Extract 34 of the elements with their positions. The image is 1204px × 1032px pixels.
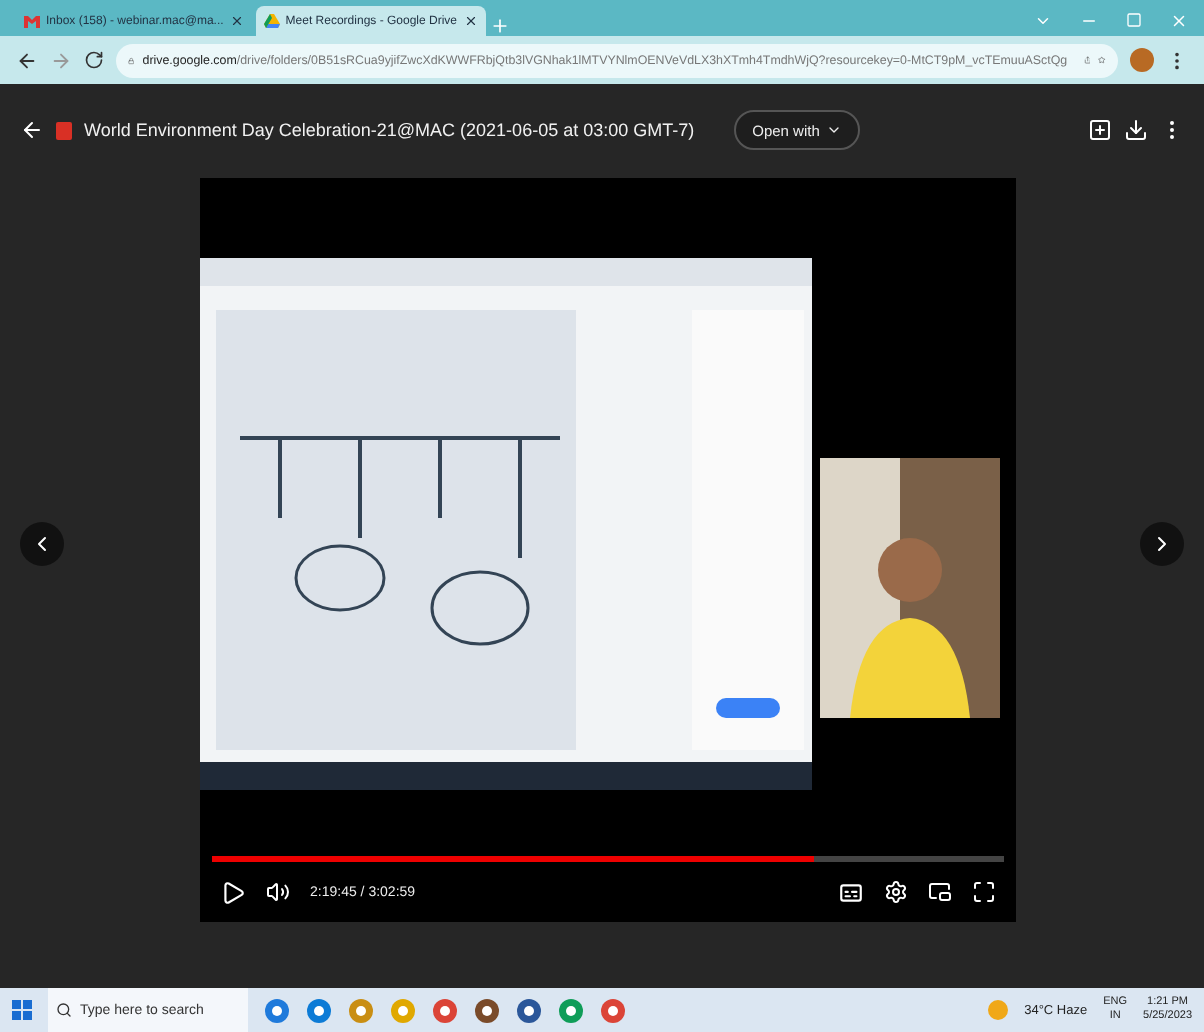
windows-icon[interactable] [12,1000,32,1020]
back-icon[interactable] [16,49,38,71]
close-icon[interactable] [229,14,244,28]
play-icon[interactable] [220,879,246,905]
app-icon[interactable] [558,997,584,1023]
settings-icon[interactable] [884,880,908,904]
star-icon[interactable] [1098,52,1106,68]
previous-button[interactable] [20,522,64,566]
sun-icon [988,1000,1009,1020]
captions-icon[interactable] [838,879,864,905]
back-icon[interactable] [20,118,44,142]
progress-track[interactable] [212,856,1004,862]
close-icon[interactable] [463,14,477,28]
app-icon[interactable] [432,997,458,1023]
caret-icon [825,122,842,138]
mail-icon [24,15,40,27]
download-icon[interactable] [1124,118,1148,142]
volume-icon[interactable] [266,880,290,904]
video-file-icon [56,121,72,139]
app-icon[interactable] [264,997,290,1023]
reload-icon[interactable] [84,50,104,70]
app-icon[interactable] [306,997,332,1023]
search-icon [56,1002,72,1018]
app-icon[interactable] [600,997,626,1023]
app-icon[interactable] [516,997,542,1023]
miniplayer-icon[interactable] [928,880,952,904]
app-icon[interactable] [474,997,500,1023]
video-title: World Environment Day Celebration-21@MAC (2021-06-05 at 03:00 GMT-7) [84,120,695,140]
add-icon[interactable] [1088,118,1112,142]
lock-icon [128,53,135,67]
profile-avatar[interactable] [1130,48,1154,72]
fullscreen-icon[interactable] [972,880,996,904]
triangle-icon [263,14,280,28]
next-button[interactable] [1140,522,1184,566]
